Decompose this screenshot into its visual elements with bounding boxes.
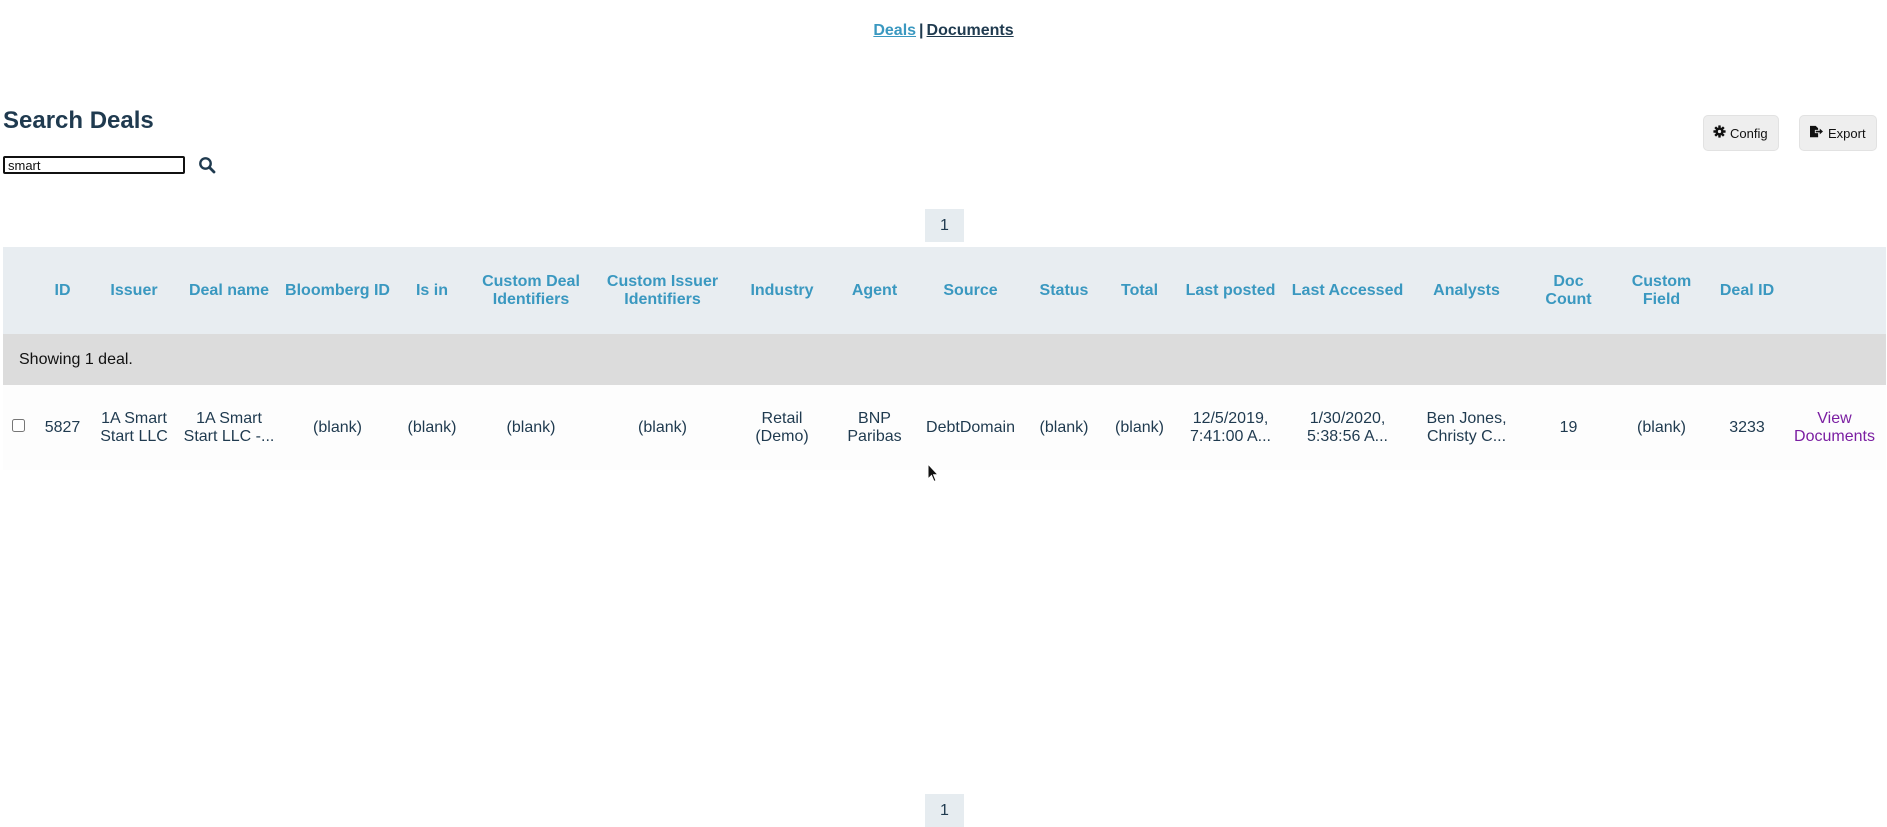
header-deal-id[interactable]: Deal ID	[1711, 247, 1783, 334]
header-id[interactable]: ID	[34, 247, 91, 334]
cell-id: 5827	[34, 385, 91, 470]
cell-agent: BNP Paribas	[831, 385, 918, 470]
header-bloomberg-id[interactable]: Bloomberg ID	[281, 247, 394, 334]
nav-separator: |	[919, 22, 924, 39]
header-industry[interactable]: Industry	[733, 247, 831, 334]
cell-deal-name: 1A Smart Start LLC -...	[177, 385, 281, 470]
header-analysts[interactable]: Analysts	[1408, 247, 1525, 334]
cell-last-posted: 12/5/2019, 7:41:00 A...	[1174, 385, 1287, 470]
cell-analysts: Ben Jones, Christy C...	[1408, 385, 1525, 470]
header-actions	[1783, 247, 1886, 334]
page-title: Search Deals	[3, 107, 154, 134]
cell-status: (blank)	[1023, 385, 1105, 470]
row-checkbox[interactable]	[12, 418, 25, 432]
nav-deals-link[interactable]: Deals	[873, 22, 916, 39]
top-navigation: Deals | Documents	[0, 22, 1887, 40]
header-is-in[interactable]: Is in	[394, 247, 470, 334]
header-total[interactable]: Total	[1105, 247, 1174, 334]
cell-total: (blank)	[1105, 385, 1174, 470]
config-label: Config	[1730, 125, 1768, 141]
pagination-page-1-bottom[interactable]: 1	[925, 794, 964, 827]
header-custom-deal-identifiers[interactable]: Custom Deal Identifiers	[470, 247, 592, 334]
header-issuer[interactable]: Issuer	[91, 247, 177, 334]
header-status[interactable]: Status	[1023, 247, 1105, 334]
export-button[interactable]: Export	[1799, 115, 1877, 151]
view-documents-link[interactable]: View Documents	[1783, 385, 1886, 470]
table-header-row: ID Issuer Deal name Bloomberg ID Is in C…	[3, 247, 1886, 334]
gear-icon	[1713, 125, 1726, 141]
cell-custom-issuer-identifiers: (blank)	[592, 385, 733, 470]
header-custom-field[interactable]: Custom Field	[1612, 247, 1711, 334]
header-custom-issuer-identifiers[interactable]: Custom Issuer Identifiers	[592, 247, 733, 334]
pagination-page-1-top[interactable]: 1	[925, 209, 964, 242]
header-deal-name[interactable]: Deal name	[177, 247, 281, 334]
cell-last-accessed: 1/30/2020, 5:38:56 A...	[1287, 385, 1408, 470]
search-icon[interactable]	[198, 156, 216, 174]
cell-is-in: (blank)	[394, 385, 470, 470]
header-agent[interactable]: Agent	[831, 247, 918, 334]
nav-documents-link[interactable]: Documents	[927, 22, 1014, 39]
export-icon	[1809, 125, 1824, 141]
header-select	[3, 247, 34, 334]
row-select-cell	[3, 385, 34, 470]
deals-table: ID Issuer Deal name Bloomberg ID Is in C…	[3, 247, 1886, 470]
header-doc-count[interactable]: Doc Count	[1525, 247, 1612, 334]
cell-industry: Retail (Demo)	[733, 385, 831, 470]
mouse-cursor-icon	[927, 462, 940, 483]
cell-deal-id: 3233	[1711, 385, 1783, 470]
cell-custom-deal-identifiers: (blank)	[470, 385, 592, 470]
cell-issuer: 1A Smart Start LLC	[91, 385, 177, 470]
config-button[interactable]: Config	[1703, 115, 1779, 151]
cell-custom-field: (blank)	[1612, 385, 1711, 470]
cell-source: DebtDomain	[918, 385, 1023, 470]
search-input[interactable]	[3, 156, 185, 174]
header-last-accessed[interactable]: Last Accessed	[1287, 247, 1408, 334]
export-label: Export	[1828, 125, 1866, 141]
cell-bloomberg-id: (blank)	[281, 385, 394, 470]
summary-row: Showing 1 deal.	[3, 334, 1886, 385]
table-row: 5827 1A Smart Start LLC 1A Smart Start L…	[3, 385, 1886, 470]
header-source[interactable]: Source	[918, 247, 1023, 334]
cell-doc-count: 19	[1525, 385, 1612, 470]
header-last-posted[interactable]: Last posted	[1174, 247, 1287, 334]
results-summary: Showing 1 deal.	[3, 334, 1886, 385]
